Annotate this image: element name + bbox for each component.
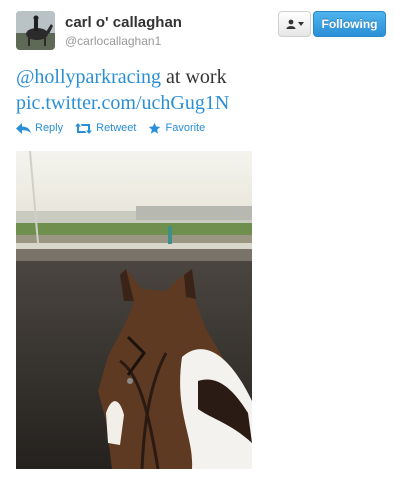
favorite-action[interactable]: Favorite <box>148 122 205 135</box>
tweet-text: @hollyparkracing at work pic.twitter.com… <box>16 64 376 116</box>
avatar-image <box>16 11 55 50</box>
retweet-label[interactable]: Retweet <box>96 122 136 134</box>
author-username[interactable]: @carlocallaghan1 <box>65 34 161 48</box>
racetrack-horse-photo <box>16 151 252 469</box>
reply-action[interactable]: Reply <box>16 122 63 134</box>
caret-down-icon <box>297 22 304 26</box>
tweet-text-line: @hollyparkracing at work <box>16 64 376 90</box>
retweet-icon <box>75 122 93 134</box>
avatar[interactable] <box>16 11 55 50</box>
reply-label[interactable]: Reply <box>35 122 63 134</box>
tweet-body-text: at work <box>161 66 227 88</box>
tweet-link-line: pic.twitter.com/uchGug1N <box>16 90 376 116</box>
retweet-action[interactable]: Retweet <box>75 122 136 134</box>
following-button[interactable]: Following <box>313 11 386 37</box>
user-actions-dropdown-button[interactable] <box>278 11 311 37</box>
tweet-actions: Reply Retweet Favorite <box>16 120 205 136</box>
media-link[interactable]: pic.twitter.com/uchGug1N <box>16 92 229 114</box>
favorite-label[interactable]: Favorite <box>165 122 205 134</box>
reply-icon <box>16 122 31 134</box>
author-fullname[interactable]: carl o' callaghan <box>65 14 182 31</box>
mention-link[interactable]: @hollyparkracing <box>16 66 161 88</box>
star-icon <box>149 122 161 134</box>
person-icon <box>286 19 295 29</box>
tweet-photo[interactable] <box>16 151 252 469</box>
